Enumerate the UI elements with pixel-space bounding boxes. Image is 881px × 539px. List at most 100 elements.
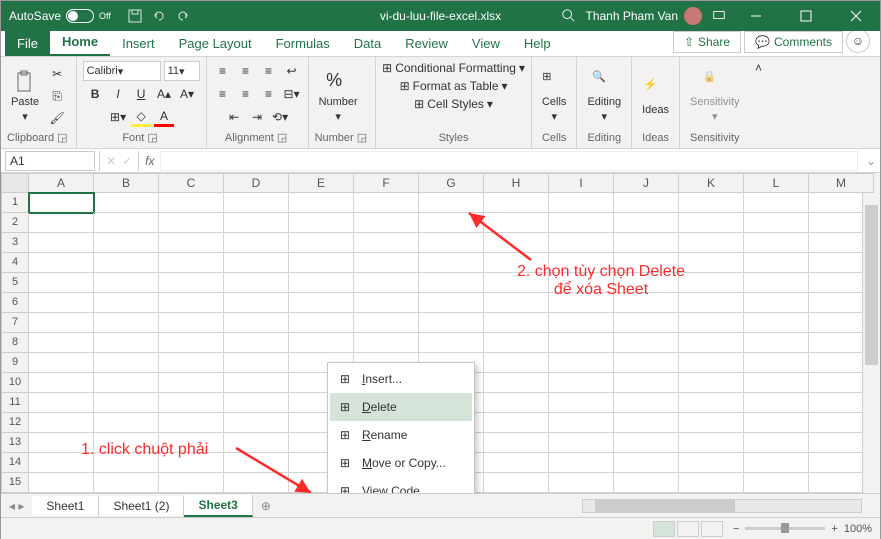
sheet-nav[interactable]: ◂ ▸	[1, 499, 32, 513]
paste-button[interactable]: Paste▾	[7, 68, 43, 125]
cell[interactable]	[29, 273, 94, 293]
cell[interactable]	[354, 193, 419, 213]
menu-item-move-or-copy[interactable]: ⊞Move or Copy...	[330, 449, 472, 477]
cell[interactable]	[419, 333, 484, 353]
fx-icon[interactable]: fx	[139, 154, 160, 168]
cell[interactable]	[159, 233, 224, 253]
column-header[interactable]: E	[289, 173, 354, 193]
menu-item-insert[interactable]: ⊞Insert...	[330, 365, 472, 393]
search-icon[interactable]	[561, 8, 575, 25]
row-header[interactable]: 4	[1, 253, 29, 273]
close-button[interactable]	[836, 1, 876, 31]
cell[interactable]	[159, 413, 224, 433]
cell[interactable]	[94, 273, 159, 293]
cell[interactable]	[94, 393, 159, 413]
cell[interactable]	[549, 393, 614, 413]
column-header[interactable]: K	[679, 173, 744, 193]
dialog-launcher-icon[interactable]: ◲	[357, 132, 367, 144]
cell[interactable]	[679, 233, 744, 253]
cell[interactable]	[224, 293, 289, 313]
cell[interactable]	[29, 353, 94, 373]
sheet-tab-sheet1[interactable]: Sheet1	[32, 496, 99, 516]
maximize-button[interactable]	[786, 1, 826, 31]
tab-help[interactable]: Help	[512, 31, 563, 56]
cell[interactable]	[94, 293, 159, 313]
cell[interactable]	[224, 253, 289, 273]
align-right-icon[interactable]: ≡	[259, 84, 279, 104]
cell[interactable]	[744, 253, 809, 273]
cell[interactable]	[744, 313, 809, 333]
row-header[interactable]: 3	[1, 233, 29, 253]
cell[interactable]	[679, 293, 744, 313]
cell[interactable]	[159, 433, 224, 453]
cell[interactable]	[614, 413, 679, 433]
cell[interactable]	[744, 393, 809, 413]
cell[interactable]	[744, 453, 809, 473]
cell[interactable]	[94, 413, 159, 433]
cell[interactable]	[29, 293, 94, 313]
cell[interactable]	[354, 273, 419, 293]
cell[interactable]	[679, 393, 744, 413]
sensitivity-button[interactable]: 🔒Sensitivity▾	[686, 68, 744, 125]
cell[interactable]	[484, 313, 549, 333]
cell[interactable]	[484, 193, 549, 213]
cell[interactable]	[549, 253, 614, 273]
cell[interactable]	[289, 233, 354, 253]
row-header[interactable]: 12	[1, 413, 29, 433]
cell[interactable]	[679, 473, 744, 493]
orientation-icon[interactable]: ⟲▾	[270, 107, 290, 127]
row-header[interactable]: 2	[1, 213, 29, 233]
tab-insert[interactable]: Insert	[110, 31, 167, 56]
cell[interactable]	[679, 353, 744, 373]
cells-button[interactable]: ⊞Cells▾	[538, 68, 570, 125]
cell[interactable]	[549, 453, 614, 473]
formula-input[interactable]	[160, 151, 857, 171]
cell[interactable]	[614, 333, 679, 353]
font-size-select[interactable]: 11 ▾	[164, 61, 200, 81]
borders-icon[interactable]: ⊞▾	[108, 107, 128, 127]
cell[interactable]	[549, 293, 614, 313]
row-header[interactable]: 7	[1, 313, 29, 333]
cell[interactable]	[159, 453, 224, 473]
dialog-launcher-icon[interactable]: ◲	[277, 132, 287, 144]
cell[interactable]	[549, 273, 614, 293]
cell[interactable]	[484, 233, 549, 253]
cell[interactable]	[679, 333, 744, 353]
cell[interactable]	[29, 333, 94, 353]
cell[interactable]	[29, 473, 94, 493]
dialog-launcher-icon[interactable]: ◲	[147, 132, 157, 144]
cell[interactable]	[549, 193, 614, 213]
cell[interactable]	[224, 373, 289, 393]
cell[interactable]	[29, 433, 94, 453]
column-header[interactable]: D	[224, 173, 289, 193]
cell[interactable]	[354, 293, 419, 313]
column-header[interactable]: L	[744, 173, 809, 193]
feedback-button[interactable]: ☺	[846, 29, 870, 53]
cell[interactable]	[744, 213, 809, 233]
cell[interactable]	[614, 233, 679, 253]
sheet-tab-sheet1-2[interactable]: Sheet1 (2)	[99, 496, 184, 516]
cell[interactable]	[29, 213, 94, 233]
column-header[interactable]: F	[354, 173, 419, 193]
cell[interactable]	[614, 373, 679, 393]
cell[interactable]	[224, 393, 289, 413]
cell[interactable]	[679, 213, 744, 233]
undo-icon[interactable]	[151, 8, 167, 24]
cell[interactable]	[94, 453, 159, 473]
cell[interactable]	[744, 233, 809, 253]
cell[interactable]	[29, 313, 94, 333]
decrease-font-icon[interactable]: A▾	[177, 84, 197, 104]
dialog-launcher-icon[interactable]: ◲	[57, 132, 67, 144]
row-header[interactable]: 5	[1, 273, 29, 293]
user-account[interactable]: Thanh Pham Van	[585, 7, 702, 25]
cell[interactable]	[94, 433, 159, 453]
font-color-icon[interactable]: A	[154, 107, 174, 127]
normal-view-icon[interactable]	[653, 521, 675, 537]
cell[interactable]	[354, 213, 419, 233]
cell[interactable]	[549, 413, 614, 433]
cell[interactable]	[354, 233, 419, 253]
tab-file[interactable]: File	[5, 31, 50, 56]
tab-page-layout[interactable]: Page Layout	[167, 31, 264, 56]
cell[interactable]	[159, 273, 224, 293]
row-header[interactable]: 9	[1, 353, 29, 373]
